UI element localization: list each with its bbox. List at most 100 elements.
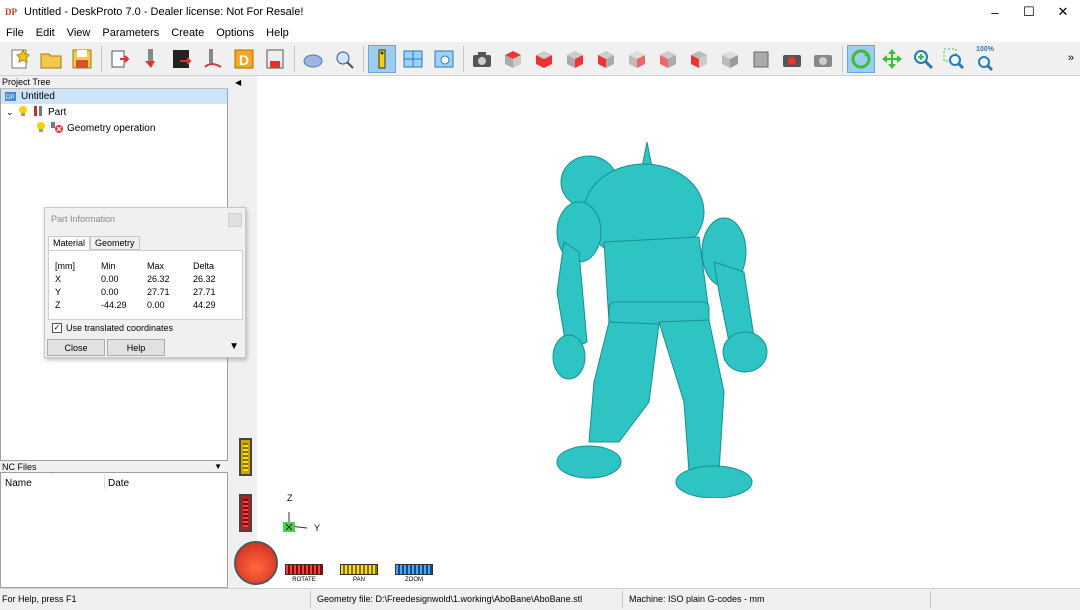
drawing-operation-button[interactable]: D [230, 45, 258, 73]
3d-model[interactable] [549, 142, 779, 498]
menu-parameters[interactable]: Parameters [96, 27, 165, 39]
toolpath-button[interactable] [199, 45, 227, 73]
axis-cell: Y [55, 286, 62, 297]
menu-file[interactable]: File [0, 27, 30, 39]
status-geometry-file: Geometry file: D:\Freedesignwold\1.worki… [317, 594, 583, 604]
feed-slider-yellow[interactable] [239, 438, 252, 476]
save-button[interactable] [68, 45, 96, 73]
header-unit: [mm] [55, 260, 75, 271]
title-bar: DP Untitled - DeskProto 7.0 - Dealer lic… [0, 0, 1080, 24]
translated-coords-checkbox[interactable]: ✓ Use translated coordinates [52, 323, 173, 333]
model-part [713, 261, 755, 343]
lightbulb-icon[interactable] [36, 121, 50, 136]
zoom-100-button[interactable]: 100% [971, 45, 999, 73]
maximize-button[interactable]: ☐ [1012, 0, 1046, 24]
toolbar-overflow-button[interactable]: » [1068, 52, 1074, 64]
part-parameters-button[interactable] [137, 45, 165, 73]
menu-create[interactable]: Create [165, 27, 210, 39]
view-window-button[interactable] [430, 45, 458, 73]
min-cell: 0.00 [101, 273, 119, 284]
status-divider [310, 591, 311, 608]
window-title: Untitled - DeskProto 7.0 - Dealer licens… [24, 6, 304, 18]
column-divider [104, 475, 105, 489]
nc-files-columns: Name ⌃ Date [1, 472, 229, 491]
menu-view[interactable]: View [61, 27, 97, 39]
speed-dial[interactable] [234, 541, 278, 585]
load-geometry-button[interactable] [106, 45, 134, 73]
feed-slider-red[interactable] [239, 494, 252, 532]
dialog-title: Part Information [51, 214, 116, 224]
minimize-button[interactable]: – [978, 0, 1012, 24]
pan-control[interactable] [340, 564, 378, 575]
view-iso3-button[interactable] [747, 45, 775, 73]
menu-bar: File Edit View Parameters Create Options… [0, 24, 1080, 42]
split-view-button[interactable] [399, 45, 427, 73]
tab-geometry[interactable]: Geometry [90, 236, 140, 250]
column-name[interactable]: Name [5, 478, 32, 489]
info-button[interactable] [368, 44, 396, 73]
bitmap-button[interactable] [168, 45, 196, 73]
column-date[interactable]: Date [108, 478, 129, 489]
dropdown-arrow-icon[interactable]: ▼ [214, 461, 222, 473]
expand-arrow-icon[interactable]: ▼ [229, 341, 239, 352]
tree-item-part[interactable]: ⌄ Part [6, 105, 66, 120]
view-iso-button[interactable] [685, 45, 713, 73]
max-cell: 27.71 [147, 286, 170, 297]
view-top-button[interactable] [499, 45, 527, 73]
project-icon: DP [5, 92, 16, 101]
axis-y-label: Y [314, 523, 321, 533]
tree-item-label: Untitled [21, 91, 55, 102]
simulation-button[interactable] [299, 45, 327, 73]
zoom-window-button[interactable] [940, 45, 968, 73]
checkbox-check-icon[interactable]: ✓ [52, 323, 62, 333]
3d-viewport[interactable]: ◀ Z Y ROTATE PAN ZOOM [229, 76, 1080, 588]
view-back-button[interactable] [623, 45, 651, 73]
project-tree-header: Project Tree [0, 76, 228, 89]
close-button[interactable]: Close [47, 339, 105, 356]
view-right-button[interactable] [561, 45, 589, 73]
close-window-button[interactable]: ✕ [1046, 0, 1080, 24]
menu-edit[interactable]: Edit [30, 27, 61, 39]
camera-icon[interactable] [468, 45, 496, 73]
zoom-in-button[interactable] [909, 45, 937, 73]
open-folder-button[interactable] [37, 45, 65, 73]
dialog-close-icon[interactable] [228, 213, 242, 227]
zoom-control[interactable] [395, 564, 433, 575]
zoom-label: ZOOM [405, 577, 423, 583]
camera-save-icon[interactable] [778, 45, 806, 73]
rotate-control[interactable] [285, 564, 323, 575]
write-nc-button[interactable] [261, 45, 289, 73]
tree-item-geometry-operation[interactable]: Geometry operation [36, 121, 155, 136]
help-button[interactable]: Help [107, 339, 165, 356]
table-header-row: [mm] Min Max Delta [55, 259, 233, 272]
toolbar-separator [463, 45, 464, 72]
nc-files-list[interactable]: Name ⌃ Date [0, 472, 229, 588]
rotate-view-button[interactable] [847, 44, 875, 73]
min-cell: 0.00 [101, 286, 119, 297]
lightbulb-icon[interactable] [18, 105, 32, 120]
view-left-button[interactable] [592, 45, 620, 73]
view-bottom-button[interactable] [654, 45, 682, 73]
menu-options[interactable]: Options [210, 27, 260, 39]
dialog-tabs: Material Geometry [48, 236, 140, 250]
collapse-panel-icon[interactable]: ◀ [235, 78, 241, 87]
sort-arrow-icon: ⌃ [49, 472, 55, 479]
view-front-button[interactable] [530, 45, 558, 73]
tree-item-untitled[interactable]: DP Untitled [1, 89, 227, 104]
header-delta: Delta [193, 260, 215, 271]
tab-material[interactable]: Material [48, 236, 91, 250]
preview-button[interactable] [330, 45, 358, 73]
status-bar: For Help, press F1 Geometry file: D:\Fre… [0, 588, 1080, 610]
dialog-tab-page: [mm] Min Max Delta X 0.00 26.32 26.32 Y … [48, 250, 243, 320]
model-part [658, 319, 725, 473]
camera-restore-icon[interactable] [809, 45, 837, 73]
nc-files-header: NC Files ▼ [0, 460, 228, 473]
min-cell: -44.29 [101, 299, 127, 310]
new-project-button[interactable] [6, 45, 34, 73]
view-iso2-button[interactable] [716, 45, 744, 73]
chevron-down-icon[interactable]: ⌄ [6, 107, 18, 118]
pan-view-button[interactable] [878, 45, 906, 73]
menu-help[interactable]: Help [260, 27, 295, 39]
axis-cell: Z [55, 299, 61, 310]
header-max: Max [147, 260, 165, 271]
